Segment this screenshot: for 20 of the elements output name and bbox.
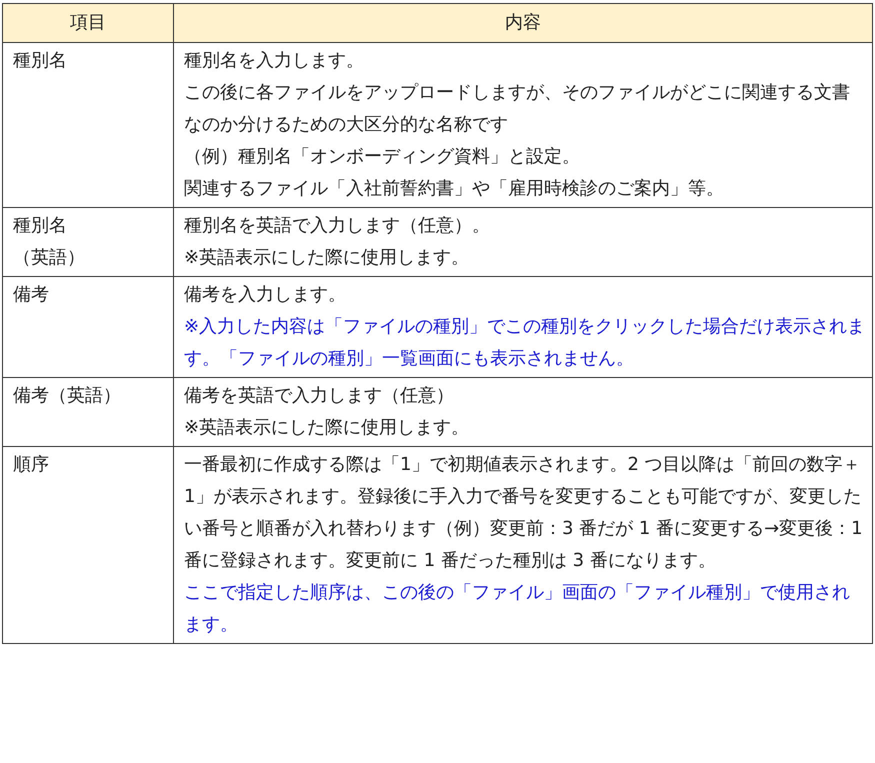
item-label: 種別名 — [13, 49, 68, 73]
description-text: 種別名を入力します。 — [184, 49, 365, 73]
item-label: 備考 — [13, 283, 50, 307]
column-header: 内容 — [174, 4, 873, 43]
description-text: ※英語表示にした際に使用します。 — [184, 416, 470, 440]
item-label: 順序 — [13, 453, 50, 477]
item-label: 備考（英語） — [13, 384, 122, 408]
note-text: ※入力した内容は「ファイルの種別」でこの種別をクリックした場合だけ表示されます。「ファイルの種別」一覧画面にも表示されません。 — [184, 315, 866, 371]
description-text: （例）種別名「オンボーディング資料」と設定。 — [184, 145, 581, 169]
column-header: 項目 — [3, 4, 174, 43]
description-text: この後に各ファイルをアップロードしますが、そのファイルがどこに関連する文書なのか分けるための大区分的な名称です — [184, 81, 851, 137]
description-text: ※英語表示にした際に使用します。 — [184, 246, 470, 270]
item-label: （英語） — [13, 246, 86, 270]
description-text: 一番最初に作成する際は「1」で初期値表示されます。2 つ目以降は「前回の数字＋1」が表示されます。登録後に手入力で番号を変更することも可能ですが、変更したい番号と順番が入れ替わります（例）変更前：3 番だが 1 番に変更する→変更後：1 番に登録されます。変更前に 1 番だった種別は 3 番になります。 — [184, 453, 864, 573]
description-text: 備考を入力します。 — [184, 283, 347, 307]
note-text: ここで指定した順序は、この後の「ファイル」画面の「ファイル種別」で使用されます。 — [184, 581, 851, 637]
description-text: 備考を英語で入力します（任意） — [184, 384, 455, 408]
description-text: 種別名を英語で入力します（任意）。 — [184, 214, 491, 238]
description-text: 関連するファイル「入社前誓約書」や「雇用時検診のご案内」等。 — [184, 177, 725, 201]
item-label: 種別名 — [13, 214, 68, 238]
